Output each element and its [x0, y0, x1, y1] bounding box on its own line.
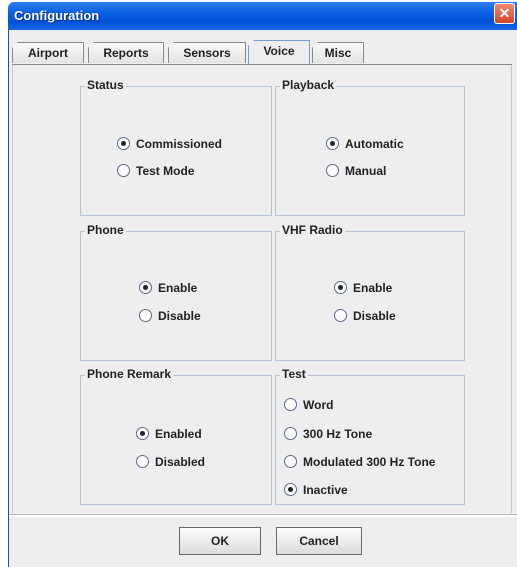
radio-unselected-icon: [139, 309, 152, 323]
phone-remark-group-title: Phone Remark: [85, 367, 174, 381]
radio-unselected-icon: [117, 164, 130, 178]
tab-misc[interactable]: Misc: [312, 42, 364, 63]
radio-selected-icon: [326, 137, 339, 151]
radio-unselected-icon: [326, 164, 339, 178]
radio-label: Enabled: [155, 427, 202, 441]
status-group: Status Commissioned Test Mode: [80, 78, 272, 216]
test-word-radio[interactable]: Word: [284, 396, 333, 414]
phone-group-title: Phone: [85, 223, 126, 237]
status-group-title: Status: [85, 78, 126, 92]
phone-remark-disabled-radio[interactable]: Disabled: [136, 453, 205, 471]
test-modulated-tone-radio[interactable]: Modulated 300 Hz Tone: [284, 453, 435, 471]
cancel-button[interactable]: Cancel: [276, 527, 362, 555]
dialog-body: Airport Reports Sensors Voice Misc Statu…: [8, 30, 517, 567]
vhf-radio-group: VHF Radio Enable Disable: [275, 223, 465, 361]
radio-unselected-icon: [284, 455, 297, 469]
test-group: Test Word 300 Hz Tone Modulated 300 Hz T…: [275, 367, 465, 505]
close-icon[interactable]: ✕: [494, 3, 515, 24]
window-title: Configuration: [14, 8, 100, 23]
tab-reports[interactable]: Reports: [88, 42, 164, 63]
vhf-enable-radio[interactable]: Enable: [334, 279, 392, 297]
radio-selected-icon: [136, 427, 149, 441]
radio-label: Enable: [158, 281, 198, 295]
radio-label: Manual: [345, 164, 387, 178]
playback-manual-radio[interactable]: Manual: [326, 162, 386, 180]
radio-unselected-icon: [284, 427, 297, 441]
tab-voice[interactable]: Voice: [248, 40, 310, 64]
tab-airport[interactable]: Airport: [12, 42, 84, 63]
radio-selected-icon: [334, 281, 347, 295]
radio-selected-icon: [284, 483, 297, 497]
radio-unselected-icon: [284, 398, 297, 412]
test-inactive-radio[interactable]: Inactive: [284, 481, 348, 499]
title-bar[interactable]: Configuration: [8, 2, 517, 30]
playback-group: Playback Automatic Manual: [275, 78, 465, 216]
playback-automatic-radio[interactable]: Automatic: [326, 135, 404, 153]
test-group-title: Test: [280, 367, 308, 381]
radio-label: Modulated 300 Hz Tone: [303, 455, 436, 469]
playback-group-title: Playback: [280, 78, 337, 92]
phone-group: Phone Enable Disable: [80, 223, 272, 361]
radio-unselected-icon: [334, 309, 347, 323]
status-commissioned-radio[interactable]: Commissioned: [117, 135, 222, 153]
phone-remark-group: Phone Remark Enabled Disabled: [80, 367, 272, 505]
vhf-disable-radio[interactable]: Disable: [334, 307, 396, 325]
radio-label: Inactive: [303, 483, 348, 497]
radio-label: Automatic: [345, 137, 404, 151]
status-test-mode-radio[interactable]: Test Mode: [117, 162, 194, 180]
ok-button[interactable]: OK: [179, 527, 261, 555]
radio-selected-icon: [139, 281, 152, 295]
radio-label: Disabled: [155, 455, 206, 469]
tab-sensors[interactable]: Sensors: [168, 42, 246, 63]
radio-selected-icon: [117, 137, 130, 151]
phone-enable-radio[interactable]: Enable: [139, 279, 197, 297]
radio-label: Enable: [353, 281, 393, 295]
radio-label: Disable: [353, 309, 396, 323]
phone-remark-enabled-radio[interactable]: Enabled: [136, 425, 202, 443]
radio-label: Word: [303, 398, 334, 412]
tab-bar: Airport Reports Sensors Voice Misc: [12, 40, 512, 65]
radio-label: Disable: [158, 309, 201, 323]
voice-panel: Status Commissioned Test Mode Playback A…: [12, 65, 512, 513]
radio-label: Test Mode: [136, 164, 195, 178]
test-300hz-tone-radio[interactable]: 300 Hz Tone: [284, 425, 372, 443]
phone-disable-radio[interactable]: Disable: [139, 307, 201, 325]
radio-label: 300 Hz Tone: [303, 427, 373, 441]
radio-unselected-icon: [136, 455, 149, 469]
radio-label: Commissioned: [136, 137, 223, 151]
button-separator: [9, 514, 517, 517]
vhf-radio-group-title: VHF Radio: [280, 223, 345, 237]
